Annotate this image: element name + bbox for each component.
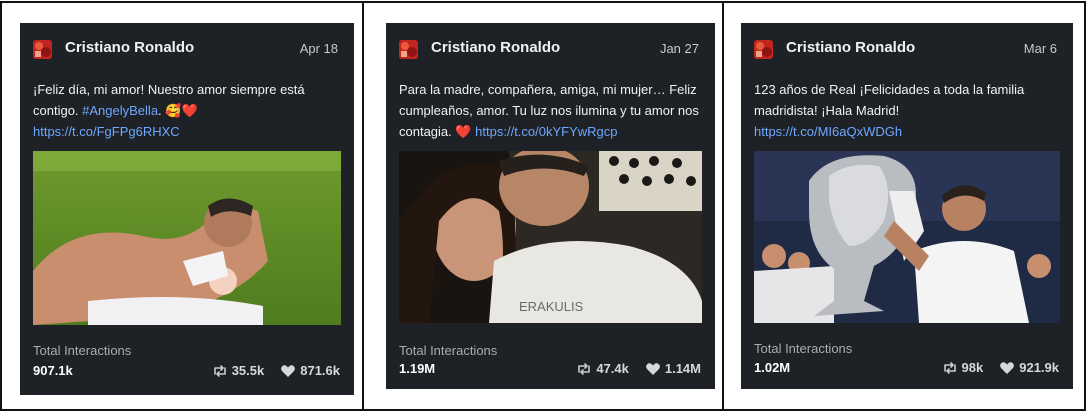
- interactions-label: Total Interactions: [399, 343, 498, 358]
- interactions-total: 907.1k: [33, 363, 73, 378]
- like-count: 871.6k: [300, 363, 340, 378]
- post-text: 123 años de Real ¡Felicidades a toda la …: [754, 79, 1061, 142]
- svg-text:ERAKULIS: ERAKULIS: [519, 299, 584, 314]
- post-stats: 47.4k 1.14M: [576, 361, 701, 376]
- post-photo[interactable]: ERAKULIS: [399, 151, 702, 323]
- post-date[interactable]: Apr 18: [300, 41, 338, 56]
- post-header: Cristiano Ronaldo Apr 18: [33, 38, 338, 60]
- interactions-total: 1.02M: [754, 360, 791, 375]
- post-link[interactable]: https://t.co/MI6aQxWDGh: [754, 124, 902, 139]
- post-text-body: 123 años de Real ¡Felicidades a toda la …: [754, 82, 1025, 118]
- post-date[interactable]: Jan 27: [660, 41, 699, 56]
- avatar[interactable]: [399, 40, 418, 59]
- like-count: 1.14M: [664, 361, 701, 376]
- post-stats: 98k 921.9k: [942, 360, 1059, 375]
- post-card-3[interactable]: Cristiano Ronaldo Mar 6 123 años de Real…: [741, 23, 1073, 389]
- post-text-tail: . 🥰❤️: [158, 103, 198, 118]
- interactions-label: Total Interactions: [33, 343, 132, 358]
- post-text: ¡Feliz día, mi amor! Nuestro amor siempr…: [33, 79, 342, 142]
- hashtag-link[interactable]: #AngelyBella: [82, 103, 158, 118]
- heart-icon[interactable]: [645, 362, 661, 376]
- avatar[interactable]: [33, 40, 52, 59]
- interactions-total: 1.19M: [399, 361, 436, 376]
- avatar[interactable]: [754, 40, 773, 59]
- author-name[interactable]: Cristiano Ronaldo: [65, 39, 194, 56]
- author-name[interactable]: Cristiano Ronaldo: [431, 39, 560, 56]
- like-count: 921.9k: [1019, 360, 1059, 375]
- retweet-count: 47.4k: [596, 361, 629, 376]
- post-text: Para la madre, compañera, amiga, mi muje…: [399, 79, 703, 142]
- post-date[interactable]: Mar 6: [1024, 41, 1057, 56]
- post-stats: 35.5k 871.6k: [212, 363, 340, 378]
- heart-icon[interactable]: [999, 361, 1015, 375]
- retweet-count: 98k: [961, 360, 984, 375]
- retweet-icon[interactable]: [942, 361, 958, 375]
- retweet-icon[interactable]: [212, 364, 228, 378]
- post-photo[interactable]: [754, 151, 1060, 323]
- post-link[interactable]: https://t.co/0kYFYwRgcp: [475, 124, 617, 139]
- post-card-1[interactable]: Cristiano Ronaldo Apr 18 ¡Feliz día, mi …: [20, 23, 354, 395]
- author-name[interactable]: Cristiano Ronaldo: [786, 39, 915, 56]
- post-card-2[interactable]: Cristiano Ronaldo Jan 27 Para la madre, …: [386, 23, 715, 389]
- heart-icon[interactable]: [280, 364, 296, 378]
- retweet-icon[interactable]: [576, 362, 592, 376]
- post-link[interactable]: https://t.co/FgFPg6RHXC: [33, 124, 180, 139]
- post-header: Cristiano Ronaldo Jan 27: [399, 38, 699, 60]
- post-photo[interactable]: [33, 151, 341, 325]
- retweet-count: 35.5k: [231, 363, 265, 378]
- post-header: Cristiano Ronaldo Mar 6: [754, 38, 1057, 60]
- interactions-label: Total Interactions: [754, 341, 853, 356]
